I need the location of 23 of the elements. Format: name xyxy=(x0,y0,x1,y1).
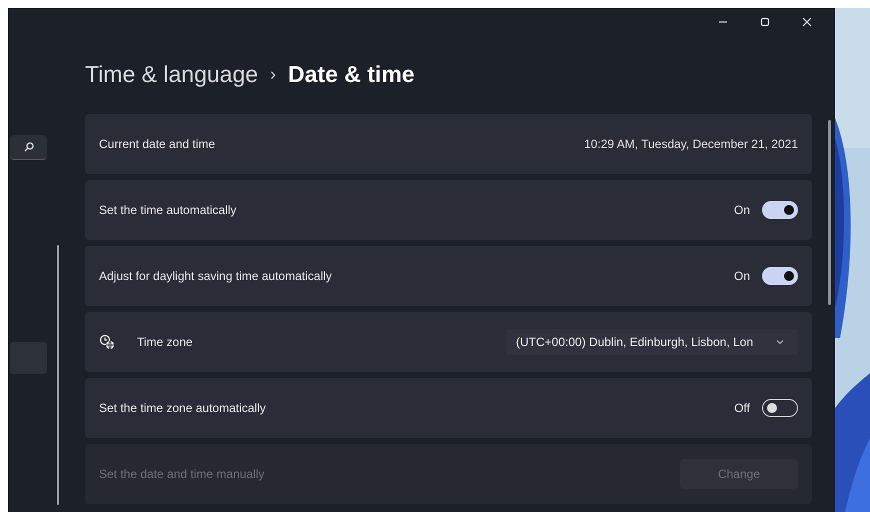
setting-label: Current date and time xyxy=(99,137,216,151)
search-icon xyxy=(24,142,34,152)
toggle-state: On xyxy=(734,203,750,217)
time-zone-dropdown[interactable]: (UTC+00:00) Dublin, Edinburgh, Lisbon, Lon xyxy=(506,329,798,355)
chevron-down-icon xyxy=(776,339,784,345)
setting-label: Set the time automatically xyxy=(99,203,238,217)
toggle-switch[interactable] xyxy=(762,267,798,285)
toggle-switch[interactable] xyxy=(762,201,798,219)
page-title: Date & time xyxy=(288,60,415,88)
toggle-state: On xyxy=(734,269,750,283)
date-time-value: 10:29 AM, Tuesday, December 21, 2021 xyxy=(584,137,798,151)
toggle-state: Off xyxy=(734,401,750,415)
setting-label: Time zone xyxy=(137,335,194,349)
search-button[interactable] xyxy=(10,135,47,160)
setting-label: Set the time zone automatically xyxy=(99,401,267,415)
setting-label: Set the date and time manually xyxy=(99,467,266,481)
clock-globe-icon xyxy=(99,334,115,350)
toggle-switch[interactable] xyxy=(762,399,798,417)
close-icon xyxy=(802,17,812,27)
setting-label: Adjust for daylight saving time automatically xyxy=(99,269,333,283)
maximize-icon xyxy=(760,17,770,27)
breadcrumb-parent[interactable]: Time & language xyxy=(85,60,258,88)
breadcrumb-separator: › xyxy=(270,64,276,84)
